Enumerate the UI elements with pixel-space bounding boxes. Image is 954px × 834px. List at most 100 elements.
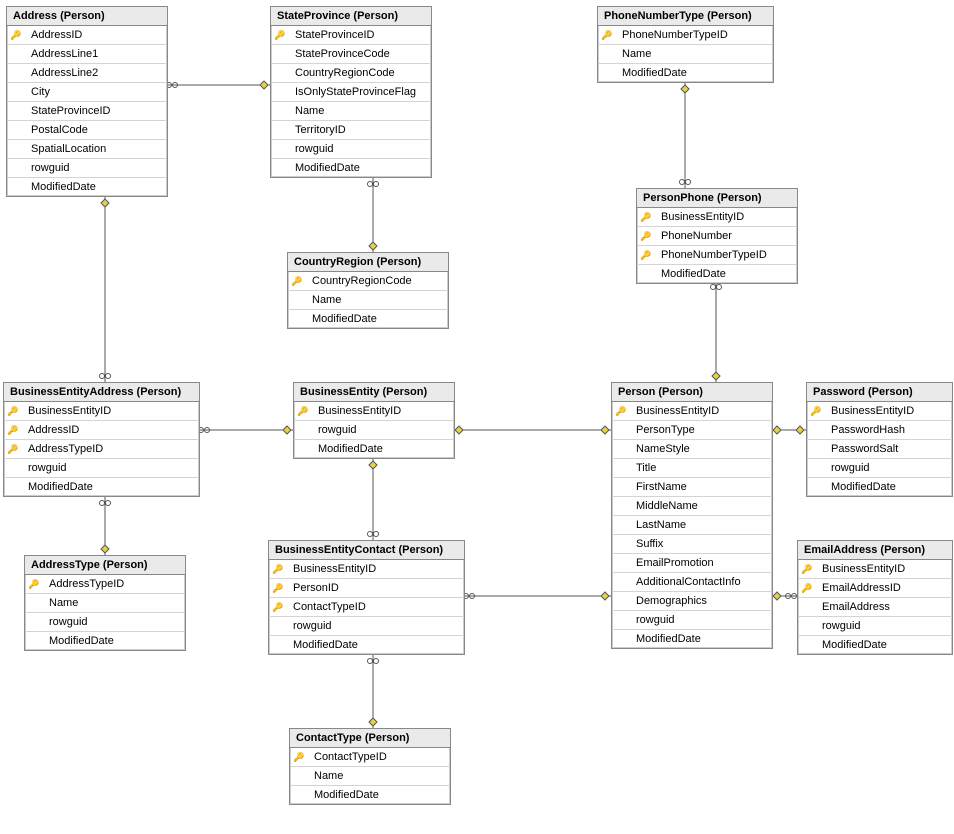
- table-row[interactable]: 🔑EmailAddressID: [798, 579, 952, 598]
- table-row[interactable]: EmailPromotion: [612, 554, 772, 573]
- table-row[interactable]: MiddleName: [612, 497, 772, 516]
- table-row[interactable]: rowguid: [798, 617, 952, 636]
- table-header: EmailAddress (Person): [798, 541, 952, 560]
- field-name: BusinessEntityID: [816, 563, 952, 575]
- table-row[interactable]: Name: [288, 291, 448, 310]
- table-row[interactable]: rowguid: [294, 421, 454, 440]
- table-businessentity[interactable]: BusinessEntity (Person)🔑BusinessEntityID…: [293, 382, 455, 459]
- table-row[interactable]: 🔑AddressID: [4, 421, 199, 440]
- field-name: NameStyle: [630, 443, 772, 455]
- table-row[interactable]: 🔑BusinessEntityID: [4, 402, 199, 421]
- table-row[interactable]: 🔑ContactTypeID: [269, 598, 464, 617]
- table-phonenumbertype[interactable]: PhoneNumberType (Person)🔑PhoneNumberType…: [597, 6, 774, 83]
- table-row[interactable]: Title: [612, 459, 772, 478]
- table-row[interactable]: 🔑BusinessEntityID: [294, 402, 454, 421]
- table-row[interactable]: 🔑PhoneNumberTypeID: [598, 26, 773, 45]
- table-row[interactable]: rowguid: [269, 617, 464, 636]
- table-address[interactable]: Address (Person)🔑AddressIDAddressLine1Ad…: [6, 6, 168, 197]
- table-stateprovince[interactable]: StateProvince (Person)🔑StateProvinceIDSt…: [270, 6, 432, 178]
- field-name: PasswordHash: [825, 424, 952, 436]
- table-row[interactable]: 🔑AddressID: [7, 26, 167, 45]
- table-countryregion[interactable]: CountryRegion (Person)🔑CountryRegionCode…: [287, 252, 449, 329]
- table-personphone[interactable]: PersonPhone (Person)🔑BusinessEntityID🔑Ph…: [636, 188, 798, 284]
- table-person[interactable]: Person (Person)🔑BusinessEntityIDPersonTy…: [611, 382, 773, 649]
- table-row[interactable]: AdditionalContactInfo: [612, 573, 772, 592]
- table-contacttype[interactable]: ContactType (Person)🔑ContactTypeIDNameMo…: [289, 728, 451, 805]
- table-emailaddress[interactable]: EmailAddress (Person)🔑BusinessEntityID🔑E…: [797, 540, 953, 655]
- table-row[interactable]: 🔑BusinessEntityID: [637, 208, 797, 227]
- table-row[interactable]: ModifiedDate: [25, 632, 185, 650]
- table-row[interactable]: PostalCode: [7, 121, 167, 140]
- table-row[interactable]: ModifiedDate: [598, 64, 773, 82]
- table-row[interactable]: ModifiedDate: [7, 178, 167, 196]
- table-row[interactable]: StateProvinceID: [7, 102, 167, 121]
- field-name: PasswordSalt: [825, 443, 952, 455]
- field-name: rowguid: [287, 620, 464, 632]
- table-businessentitycontact[interactable]: BusinessEntityContact (Person)🔑BusinessE…: [268, 540, 465, 655]
- table-row[interactable]: 🔑BusinessEntityID: [612, 402, 772, 421]
- table-row[interactable]: TerritoryID: [271, 121, 431, 140]
- table-row[interactable]: City: [7, 83, 167, 102]
- table-row[interactable]: PasswordSalt: [807, 440, 952, 459]
- field-name: ModifiedDate: [816, 639, 952, 651]
- table-row[interactable]: 🔑BusinessEntityID: [807, 402, 952, 421]
- table-row[interactable]: ModifiedDate: [271, 159, 431, 177]
- table-row[interactable]: 🔑PersonID: [269, 579, 464, 598]
- table-row[interactable]: 🔑AddressTypeID: [4, 440, 199, 459]
- primary-key-icon: 🔑: [271, 30, 289, 41]
- table-row[interactable]: ModifiedDate: [288, 310, 448, 328]
- table-row[interactable]: ModifiedDate: [4, 478, 199, 496]
- table-row[interactable]: rowguid: [4, 459, 199, 478]
- table-row[interactable]: SpatialLocation: [7, 140, 167, 159]
- table-row[interactable]: 🔑PhoneNumberTypeID: [637, 246, 797, 265]
- field-name: ModifiedDate: [308, 789, 450, 801]
- primary-key-icon: 🔑: [290, 752, 308, 763]
- table-addresstype[interactable]: AddressType (Person)🔑AddressTypeIDNamero…: [24, 555, 186, 651]
- table-row[interactable]: 🔑ContactTypeID: [290, 748, 450, 767]
- primary-key-icon: 🔑: [25, 579, 43, 590]
- table-row[interactable]: rowguid: [807, 459, 952, 478]
- table-row[interactable]: FirstName: [612, 478, 772, 497]
- table-row[interactable]: 🔑BusinessEntityID: [269, 560, 464, 579]
- table-row[interactable]: ModifiedDate: [612, 630, 772, 648]
- table-row[interactable]: rowguid: [271, 140, 431, 159]
- table-row[interactable]: Name: [598, 45, 773, 64]
- table-row[interactable]: NameStyle: [612, 440, 772, 459]
- table-row[interactable]: ModifiedDate: [269, 636, 464, 654]
- diagram-canvas[interactable]: Address (Person)🔑AddressIDAddressLine1Ad…: [0, 0, 954, 834]
- table-row[interactable]: IsOnlyStateProvinceFlag: [271, 83, 431, 102]
- table-row[interactable]: CountryRegionCode: [271, 64, 431, 83]
- table-row[interactable]: ModifiedDate: [798, 636, 952, 654]
- table-row[interactable]: 🔑CountryRegionCode: [288, 272, 448, 291]
- table-header: BusinessEntity (Person): [294, 383, 454, 402]
- table-row[interactable]: ModifiedDate: [294, 440, 454, 458]
- primary-key-icon: 🔑: [798, 583, 816, 594]
- table-businessentityaddress[interactable]: BusinessEntityAddress (Person)🔑BusinessE…: [3, 382, 200, 497]
- table-row[interactable]: 🔑BusinessEntityID: [798, 560, 952, 579]
- table-row[interactable]: rowguid: [612, 611, 772, 630]
- table-row[interactable]: rowguid: [7, 159, 167, 178]
- table-header: CountryRegion (Person): [288, 253, 448, 272]
- table-row[interactable]: LastName: [612, 516, 772, 535]
- table-row[interactable]: 🔑StateProvinceID: [271, 26, 431, 45]
- table-row[interactable]: PersonType: [612, 421, 772, 440]
- table-row[interactable]: Name: [290, 767, 450, 786]
- table-row[interactable]: ModifiedDate: [637, 265, 797, 283]
- field-name: ModifiedDate: [22, 481, 199, 493]
- table-row[interactable]: AddressLine1: [7, 45, 167, 64]
- table-row[interactable]: Suffix: [612, 535, 772, 554]
- table-row[interactable]: Name: [271, 102, 431, 121]
- table-row[interactable]: EmailAddress: [798, 598, 952, 617]
- table-password[interactable]: Password (Person)🔑BusinessEntityIDPasswo…: [806, 382, 953, 497]
- table-row[interactable]: rowguid: [25, 613, 185, 632]
- table-row[interactable]: 🔑AddressTypeID: [25, 575, 185, 594]
- table-row[interactable]: PasswordHash: [807, 421, 952, 440]
- field-name: StateProvinceID: [289, 29, 431, 41]
- table-row[interactable]: StateProvinceCode: [271, 45, 431, 64]
- table-row[interactable]: ModifiedDate: [807, 478, 952, 496]
- table-row[interactable]: ModifiedDate: [290, 786, 450, 804]
- table-row[interactable]: 🔑PhoneNumber: [637, 227, 797, 246]
- table-row[interactable]: AddressLine2: [7, 64, 167, 83]
- table-row[interactable]: Demographics: [612, 592, 772, 611]
- table-row[interactable]: Name: [25, 594, 185, 613]
